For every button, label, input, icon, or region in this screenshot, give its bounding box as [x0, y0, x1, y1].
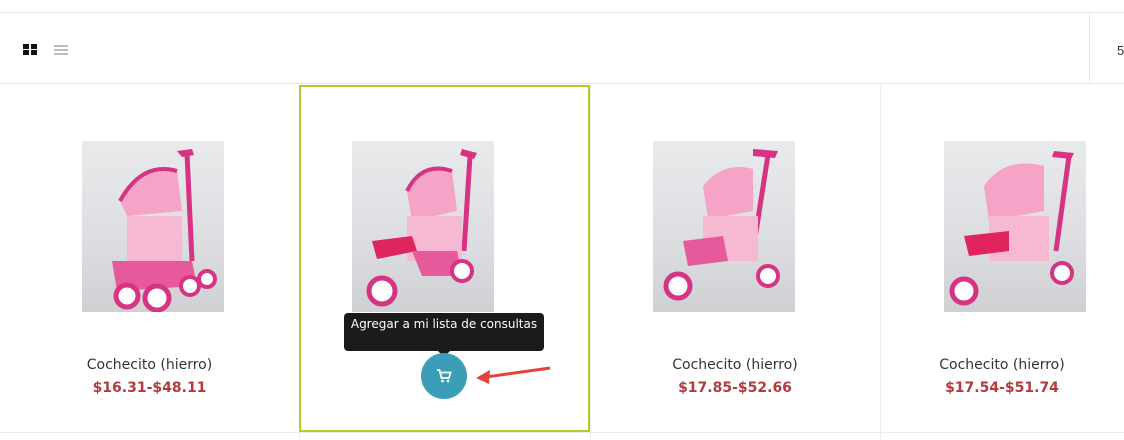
product-price: $17.54-$51.74 — [945, 380, 1059, 396]
product-image[interactable] — [653, 141, 795, 312]
toolbar-divider — [1089, 13, 1090, 84]
product-title[interactable]: Cochecito (hierro) — [0, 357, 299, 373]
annotation-arrow-icon — [476, 366, 551, 384]
list-view-icon[interactable] — [54, 45, 68, 55]
product-card[interactable]: Cochecito (hierro) $17.54-$51.74 — [880, 85, 1124, 432]
product-image[interactable] — [82, 141, 224, 312]
product-title[interactable]: Cochecito (hierro) — [590, 357, 880, 373]
product-card[interactable]: Cochecito (hierro) $16.31-$48.11 — [0, 85, 299, 432]
product-card[interactable]: Cochecito (hierro) $17.85-$52.66 — [590, 85, 880, 432]
cart-icon — [437, 369, 452, 383]
grid-view-icon[interactable] — [23, 44, 37, 55]
row-divider — [0, 432, 1124, 433]
add-to-inquiry-button[interactable] — [421, 353, 467, 399]
product-image[interactable] — [944, 141, 1086, 312]
add-to-inquiry-tooltip: Agregar a mi lista de consultas — [344, 313, 544, 357]
product-image[interactable] — [352, 141, 494, 312]
per-page-selector[interactable]: 5 — [1117, 43, 1124, 58]
product-price: $17.85-$52.66 — [678, 380, 792, 396]
product-title[interactable]: Cochecito (hierro) — [880, 357, 1124, 373]
product-price: $16.31-$48.11 — [92, 380, 207, 396]
product-toolbar: 5 — [0, 12, 1124, 84]
